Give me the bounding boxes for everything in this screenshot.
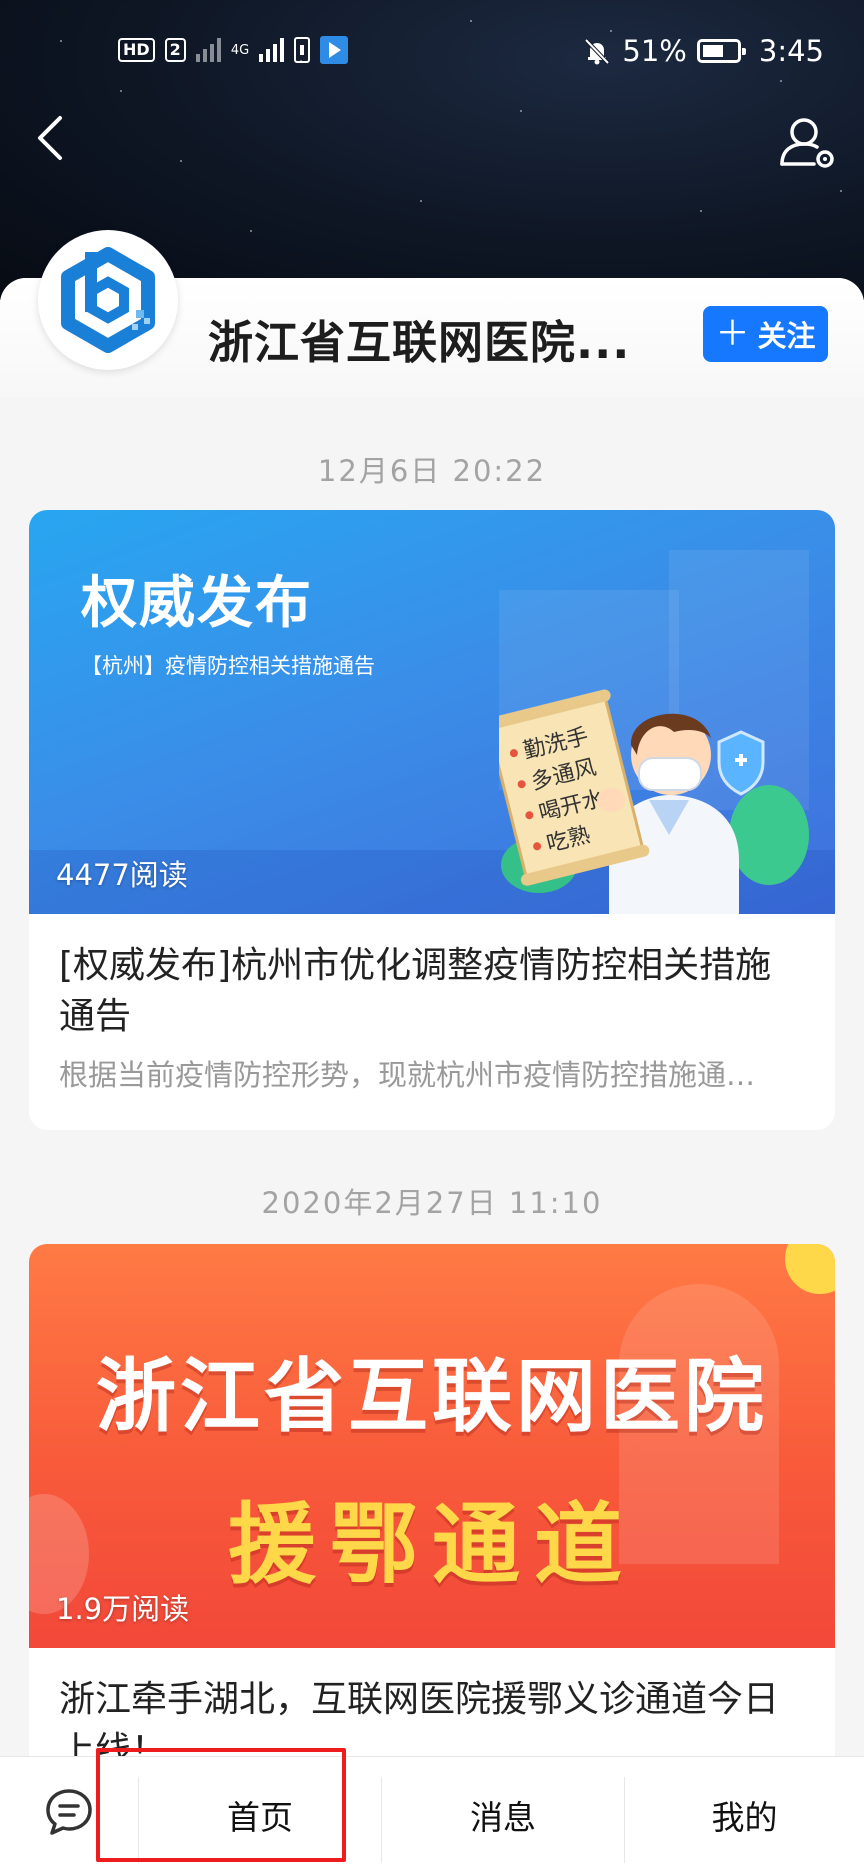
status-bar-right: 51% 3:45 — [582, 34, 824, 68]
status-bar-left: HD 2 4G — [118, 36, 349, 64]
cover-headline: 浙江省互联网医院 — [96, 1350, 768, 1443]
account-avatar[interactable] — [38, 230, 178, 370]
signal-1-icon — [195, 38, 221, 62]
nav-messages[interactable]: 消息 — [382, 1757, 624, 1872]
user-settings-icon — [780, 118, 834, 168]
network-type-label: 4G — [230, 42, 250, 58]
hospital-logo-icon — [61, 247, 155, 353]
app-notification-icon — [320, 36, 349, 64]
home-highlight-box — [96, 1748, 346, 1862]
chat-button[interactable] — [44, 1787, 94, 1837]
plus-icon: ＋ — [715, 314, 750, 354]
feed-timestamp: 2020年2月27日 11:10 — [261, 1186, 603, 1220]
read-count: 4477阅读 — [56, 858, 188, 892]
mute-bell-icon — [584, 38, 610, 65]
status-bar: HD 2 4G 51% 3:45 — [0, 28, 864, 80]
nav-mine[interactable]: 我的 — [625, 1757, 864, 1872]
hd-indicator: HD — [118, 38, 155, 62]
follow-button[interactable]: ＋ 关注 — [703, 306, 828, 362]
feed-timestamp: 12月6日 20:22 — [317, 454, 547, 488]
article-card[interactable]: 浙江省互联网医院 援鄂通道 1.9万阅读 浙江牵手湖北，互联网医院援鄂义诊通道今… — [29, 1244, 835, 1804]
account-name: 浙江省互联网医院... — [208, 316, 631, 369]
article-summary: 根据当前疫情防控形势，现就杭州市疫情防控措施通… — [59, 1058, 756, 1092]
sim-indicator: 2 — [164, 38, 186, 62]
read-count: 1.9万阅读 — [56, 1592, 190, 1626]
back-button[interactable] — [30, 112, 74, 164]
signal-2-icon — [259, 38, 285, 62]
clock-time: 3:45 — [758, 34, 824, 68]
chat-bubble-icon — [46, 1789, 92, 1835]
battery-percent: 51% — [622, 34, 687, 68]
article-cover-image: 浙江省互联网医院 援鄂通道 1.9万阅读 — [29, 1244, 835, 1648]
article-cover-image: 权威发布 【杭州】疫情防控相关措施通告 勤洗手 多通风 喝开水 吃熟 4477阅… — [29, 510, 835, 914]
article-card[interactable]: 权威发布 【杭州】疫情防控相关措施通告 勤洗手 多通风 喝开水 吃熟 4477阅… — [29, 510, 835, 1130]
cover-subline: 【杭州】疫情防控相关措施通告 — [81, 654, 375, 678]
user-settings-button[interactable] — [778, 112, 840, 174]
article-title: [权威发布]杭州市优化调整疫情防控相关措施通告 — [59, 945, 772, 1037]
small-battery-icon — [294, 37, 311, 63]
cover-headline: 权威发布 — [81, 571, 313, 636]
doctor-illustration: 勤洗手 多通风 喝开水 吃熟 — [499, 689, 809, 914]
battery-icon — [696, 39, 746, 63]
cover-subline: 援鄂通道 — [227, 1493, 636, 1596]
chevron-left-icon — [38, 116, 62, 160]
follow-label: 关注 — [757, 319, 816, 353]
